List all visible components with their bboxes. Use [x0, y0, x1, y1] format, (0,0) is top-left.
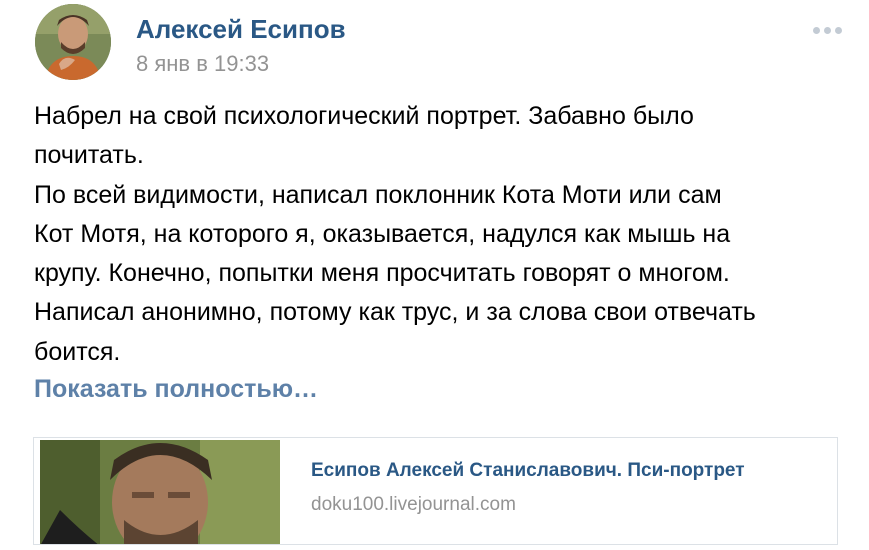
post-date[interactable]: 8 янв в 19:33: [136, 51, 269, 77]
post-text-line: боится.: [34, 337, 121, 366]
link-card[interactable]: Есипов Алексей Станиславович. Пси-портре…: [33, 437, 838, 545]
author-name[interactable]: Алексей Есипов: [136, 14, 346, 45]
post-text-line: Набрел на свой психологический портрет. …: [34, 102, 694, 130]
post-text-line: крупу. Конечно, попытки меня просчитать …: [34, 259, 730, 288]
post-text-line: Кот Мотя, на которого я, оказывается, на…: [34, 219, 731, 248]
wall-post: Алексей Есипов 8 янв в 19:33 Набрел на с…: [0, 0, 869, 550]
post-text-line: почитать.: [34, 141, 144, 170]
link-card-title[interactable]: Есипов Алексей Станиславович. Пси-портре…: [311, 460, 745, 482]
link-thumbnail: [40, 440, 280, 544]
link-card-domain: doku100.livejournal.com: [311, 494, 516, 515]
post-text: Набрел на свой психологический портрет. …: [34, 97, 864, 372]
ellipsis-icon[interactable]: [808, 20, 848, 40]
post-text-line: Написал анонимно, потому как трус, и за …: [34, 298, 756, 327]
post-text-line: По всей видимости, написал поклонник Кот…: [34, 180, 722, 209]
show-more-link[interactable]: Показать полностью…: [34, 375, 318, 404]
author-avatar[interactable]: [35, 4, 111, 80]
